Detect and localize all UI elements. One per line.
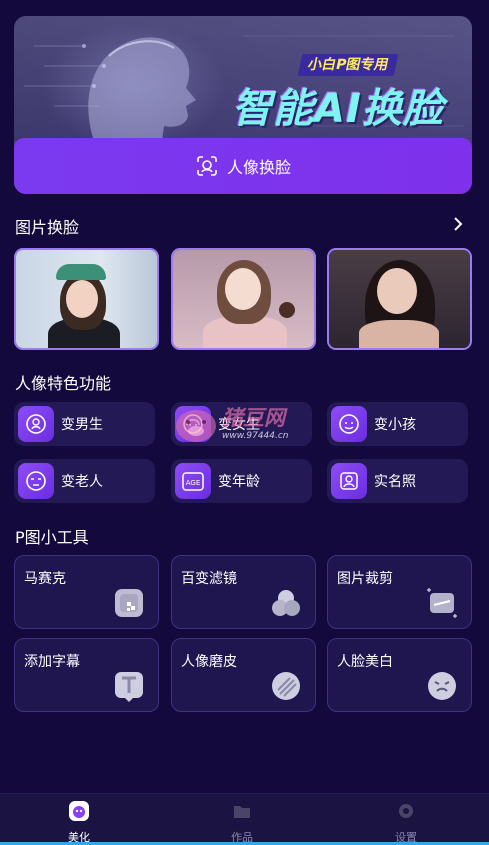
mosaic-icon [115,589,143,617]
photo-card-3[interactable] [327,248,472,350]
feature-male-label: 变男生 [61,417,103,433]
photo-swap-title: 图片换脸 [15,218,80,237]
photo-card-2[interactable] [171,248,316,350]
tool-subtitle[interactable]: 添加字幕 [14,638,159,712]
feature-child-label: 变小孩 [374,417,416,433]
feature-child[interactable]: 变小孩 [327,402,468,446]
banner-title: 智能AI换脸 [232,86,444,132]
svg-text:AGE: AGE [186,479,201,487]
features-title: 人像特色功能 [15,374,112,393]
bottom-nav: 美化 作品 设置 [0,793,489,845]
elder-face-icon [18,463,54,499]
feature-female[interactable]: 变女生 [171,402,312,446]
whitening-icon [428,672,456,700]
tool-smooth-skin-label: 人像磨皮 [181,654,237,670]
feature-age[interactable]: AGE 变年龄 [171,459,312,503]
tool-crop-label: 图片裁剪 [337,571,393,587]
nav-beautify[interactable]: 美化 [49,800,109,845]
child-face-icon [331,406,367,442]
filter-icon [272,590,300,616]
female-face-icon [175,406,211,442]
gear-icon [399,804,413,818]
nav-settings[interactable]: 设置 [376,800,436,845]
nav-works[interactable]: 作品 [212,800,272,845]
tool-whitening-label: 人脸美白 [337,654,393,670]
id-photo-icon [331,463,367,499]
banner-subtitle: 小白P图专用 [297,54,399,76]
tool-whitening[interactable]: 人脸美白 [327,638,472,712]
feature-male[interactable]: 变男生 [14,402,155,446]
text-icon [115,672,143,702]
feature-age-label: 变年龄 [218,474,260,490]
face-scan-icon [197,156,217,176]
feature-id-photo-label: 实名照 [374,474,416,490]
male-face-icon [18,406,54,442]
crop-icon [427,588,457,618]
feature-elder-label: 变老人 [61,474,103,490]
tool-mosaic[interactable]: 马赛克 [14,555,159,629]
tools-title: P图小工具 [15,528,89,547]
age-icon: AGE [175,463,211,499]
tool-smooth-skin[interactable]: 人像磨皮 [171,638,316,712]
face-swap-button[interactable]: 人像换脸 [14,138,472,194]
chevron-right-icon[interactable] [452,216,464,232]
photo-card-1[interactable] [14,248,159,350]
tool-filter[interactable]: 百变滤镜 [171,555,316,629]
tool-crop[interactable]: 图片裁剪 [327,555,472,629]
smooth-skin-icon [272,672,300,700]
banner[interactable]: 小白P图专用 智能AI换脸 人像换脸 [14,16,472,194]
beautify-icon [69,801,89,821]
tool-filter-label: 百变滤镜 [181,571,237,587]
tool-mosaic-label: 马赛克 [24,571,66,587]
feature-female-label: 变女生 [218,417,260,433]
folder-icon [234,806,250,818]
feature-elder[interactable]: 变老人 [14,459,155,503]
tool-subtitle-label: 添加字幕 [24,654,80,670]
feature-id-photo[interactable]: 实名照 [327,459,468,503]
face-swap-label: 人像换脸 [226,158,291,177]
